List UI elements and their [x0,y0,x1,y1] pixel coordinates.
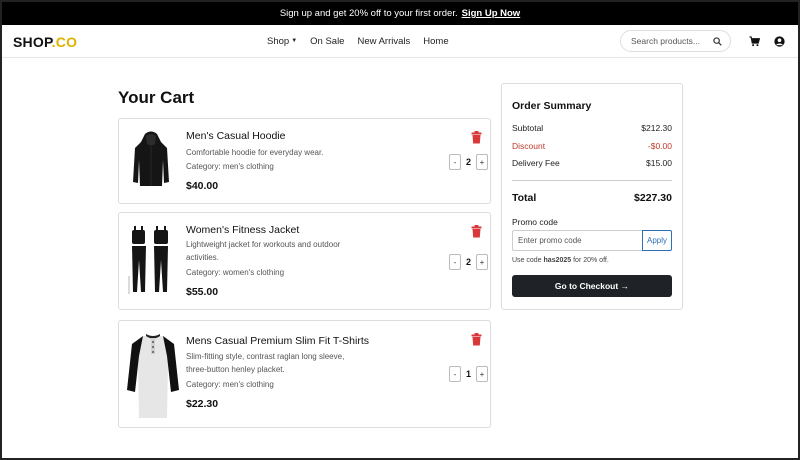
promo-hint-code: has2025 [543,257,572,264]
checkout-button[interactable]: Go to Checkout → [512,275,672,297]
order-summary: Order Summary Subtotal $212.30 Discount … [501,83,683,310]
decrease-button[interactable]: - [449,254,461,270]
item-category: Category: women's clothing [186,268,285,277]
delivery-row: Delivery Fee $15.00 [512,158,672,168]
promo-text: Sign up and get 20% off to your first or… [279,8,458,19]
cart-item: Mens Casual Premium Slim Fit T-Shirts Sl… [118,320,491,428]
quantity-stepper: - 2 + [449,254,488,270]
decrease-button[interactable]: - [449,366,461,382]
subtotal-value: $212.30 [641,123,672,133]
item-category: Category: men's clothing [186,380,274,389]
page: Sign up and get 20% off to your first or… [2,2,798,458]
delivery-label: Delivery Fee [512,158,560,168]
discount-label: Discount [512,141,546,151]
caret-down-icon: ▼ [291,38,298,45]
trash-icon[interactable] [471,225,482,238]
nav-links: Shop ▼ On Sale New Arrivals Home [267,36,449,47]
total-row: Total $227.30 [512,192,672,204]
promo-bar: Sign up and get 20% off to your first or… [2,2,798,25]
item-price: $40.00 [186,180,219,192]
logo-main: SHOP [13,34,52,50]
search-input[interactable] [631,36,711,46]
page-title: Your Cart [118,88,195,107]
increase-button[interactable]: + [476,254,488,270]
increase-button[interactable]: + [476,366,488,382]
promo-hint-prefix: Use code [512,257,544,264]
quantity-value: 1 [465,369,471,379]
total-label: Total [512,192,537,204]
summary-title: Order Summary [512,100,592,112]
item-name: Women's Fitness Jacket [186,224,300,236]
nav-home[interactable]: Home [423,36,448,47]
trash-icon[interactable] [471,131,482,144]
nav-shop[interactable]: Shop ▼ [267,36,297,47]
item-description: Comfortable hoodie for everyday wear. [186,148,324,157]
subtotal-row: Subtotal $212.30 [512,123,672,133]
logo[interactable]: SHOP.CO [13,34,77,50]
total-value: $227.30 [634,192,672,204]
discount-value: -$0.00 [647,141,672,151]
nav-shop-label: Shop [267,36,290,47]
quantity-value: 2 [465,257,471,267]
navbar: SHOP.CO Shop ▼ On Sale New Arrivals Home [2,25,798,58]
promo-hint-suffix: for 20% off. [571,257,609,264]
logo-accent: .CO [51,34,78,50]
cart-item: Women's Fitness Jacket Lightweight jacke… [118,212,491,310]
item-price: $55.00 [186,286,219,298]
quantity-stepper: - 1 + [449,366,488,382]
user-icon[interactable] [773,35,785,47]
henley-shirt-image [125,329,181,421]
cart-icon[interactable] [748,35,760,47]
item-description: Slim-fitting style, contrast raglan long… [186,352,345,374]
promo-code-label: Promo code [512,217,558,227]
quantity-stepper: - 2 + [449,154,488,170]
apply-button[interactable]: Apply [642,230,672,251]
decrease-button[interactable]: - [449,154,461,170]
item-description: Lightweight jacket for workouts and outd… [186,240,341,262]
item-name: Men's Casual Hoodie [186,130,286,142]
cart-item: Men's Casual Hoodie Comfortable hoodie f… [118,118,491,204]
trash-icon[interactable] [471,333,482,346]
increase-button[interactable]: + [476,154,488,170]
item-price: $22.30 [186,398,219,410]
promo-hint: Use code has2025 for 20% off. [512,257,609,264]
fitness-set-image [125,223,177,297]
discount-row: Discount -$0.00 [512,141,672,151]
nav-on-sale[interactable]: On Sale [310,36,344,47]
summary-divider [512,180,672,181]
delivery-value: $15.00 [646,158,672,168]
quantity-value: 2 [465,157,471,167]
search-icon[interactable] [713,36,722,46]
subtotal-label: Subtotal [512,123,544,133]
item-category: Category: men's clothing [186,162,274,171]
item-name: Mens Casual Premium Slim Fit T-Shirts [186,335,370,347]
hoodie-image [125,129,177,191]
nav-new-arrivals[interactable]: New Arrivals [357,36,410,47]
promo-code-input[interactable] [512,230,643,251]
sign-up-link[interactable]: Sign Up Now [462,8,521,19]
search-box [620,30,731,52]
